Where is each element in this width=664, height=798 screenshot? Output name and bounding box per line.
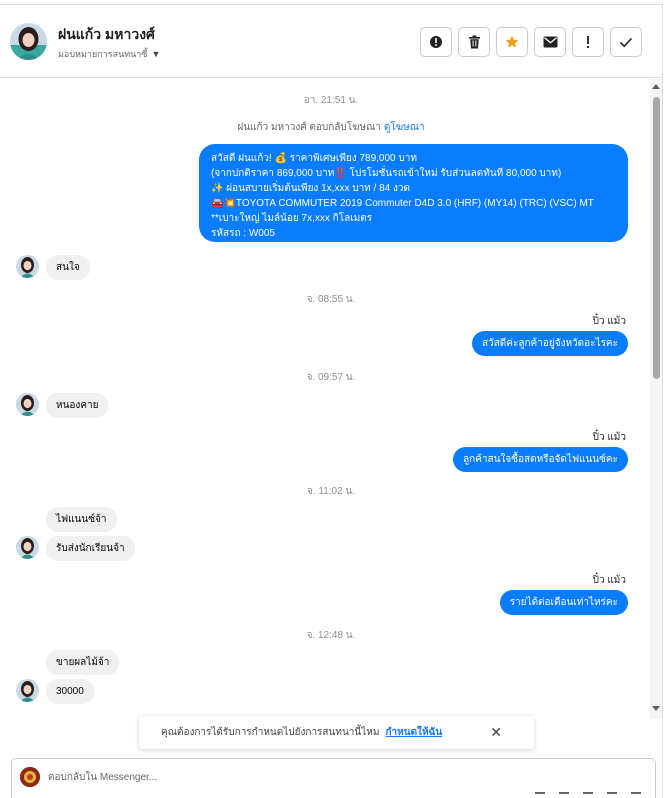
delete-button[interactable] — [458, 27, 490, 57]
contact-name: ฝนแก้ว มหาวงศ์ — [58, 26, 155, 42]
outgoing-message: ลูกค้าสนใจซื้อสดหรือจัดไฟแนนซ์คะ — [453, 447, 628, 472]
incoming-message: หนองคาย — [46, 393, 109, 418]
ad-line: รหัสรถ : W005 — [211, 228, 275, 239]
timestamp: จ. 09:57 น. — [306, 372, 356, 383]
ad-line: 🚘💥TOYOTA COMMUTER 2019 Commuter D4D 3.0 … — [211, 198, 594, 224]
envelope-icon — [543, 36, 557, 48]
ad-message-bubble: สวัสดี ฝนแก้ว! 💰 ราคาพิเศษเพียง 789,000 … — [199, 144, 628, 242]
assign-dropdown[interactable]: มอบหมายการสนทนาซี้ ▼ — [58, 47, 160, 61]
mark-unread-button[interactable] — [534, 27, 566, 57]
sender-name: ปิ๋ว แม้ว — [592, 432, 626, 443]
trash-icon — [468, 35, 480, 49]
chevron-down-icon: ▼ — [151, 49, 161, 59]
assign-to-me-link[interactable]: กำหนดให้ฉัน — [385, 725, 442, 740]
check-icon — [619, 37, 633, 47]
timestamp: จ. 08:55 น. — [306, 294, 356, 305]
composer-tool-icon[interactable] — [583, 792, 593, 798]
alert-circle-icon — [430, 36, 442, 48]
composer-tool-icon[interactable] — [535, 792, 545, 798]
page-avatar — [20, 767, 40, 787]
ad-reply-notice: ฝนแก้ว มหาวงศ์ ตอบกลับโฆษณา ดูโฆษณา — [0, 120, 662, 135]
conversation-header: ฝนแก้ว มหาวงศ์ มอบหมายการสนทนาซี้ ▼ — [0, 5, 662, 78]
header-actions — [420, 27, 642, 57]
ad-reply-text: ฝนแก้ว มหาวงศ์ ตอบกลับโฆษณา — [237, 122, 382, 133]
spam-button[interactable] — [572, 27, 604, 57]
message-list: อา. 21:51 น. ฝนแก้ว มหาวงศ์ ตอบกลับโฆษณา… — [0, 79, 662, 749]
exclamation-icon — [587, 36, 589, 48]
ad-line: สวัสดี ฝนแก้ว! 💰 ราคาพิเศษเพียง 789,000 … — [211, 153, 417, 164]
composer-toolbar — [535, 792, 641, 798]
contact-avatar[interactable] — [10, 23, 47, 60]
star-icon — [505, 35, 519, 48]
composer-tool-icon[interactable] — [631, 792, 641, 798]
outgoing-message: รายได้ต่อเดือนเท่าไหร่คะ — [499, 590, 628, 615]
close-icon[interactable]: ✕ — [490, 725, 502, 739]
star-button[interactable] — [496, 27, 528, 57]
scroll-down-arrow-icon[interactable] — [652, 706, 660, 711]
sender-name: ปิ๋ว แม้ว — [592, 575, 626, 586]
assignment-prompt-text: คุณต้องการได้รับการกำหนดไปยังการสนทนานี้… — [161, 727, 380, 738]
ad-line: ✨ ผ่อนสบายเริ่มต้นเพียง 1x,xxx บาท / 84 … — [211, 183, 410, 194]
contact-avatar-small — [16, 536, 39, 559]
scroll-up-arrow-icon[interactable] — [652, 84, 660, 89]
assign-label: มอบหมายการสนทนาซี้ — [58, 49, 148, 59]
view-ad-link[interactable]: ดูโฆษณา — [384, 122, 425, 133]
composer-tool-icon[interactable] — [607, 792, 617, 798]
contact-avatar-small — [16, 679, 39, 702]
timestamp: อา. 21:51 น. — [303, 95, 359, 106]
outgoing-message: สวัสดีค่ะลูกค้าอยู่จังหวัดอะไรคะ — [471, 331, 628, 356]
contact-avatar-small — [16, 393, 39, 416]
sender-name: ปิ๋ว แม้ว — [592, 316, 626, 327]
contact-avatar-small — [16, 255, 39, 278]
incoming-message: รับส่งนักเรียนจ้า — [46, 536, 135, 561]
mark-done-button[interactable] — [610, 27, 642, 57]
ad-line: (จากปกติราคา 869,000 บาท‼️ โปรโมชั่นรถเข… — [211, 168, 562, 179]
assignment-prompt: คุณต้องการได้รับการกำหนดไปยังการสนทนานี้… — [139, 716, 534, 749]
incoming-message: ไฟแนนซ์จ้า — [46, 507, 117, 532]
incoming-message: สนใจ — [46, 255, 90, 280]
reply-input[interactable] — [48, 767, 548, 787]
incoming-message: ขายผลไม้จ้า — [46, 650, 120, 675]
report-button[interactable] — [420, 27, 452, 57]
timestamp: จ. 12:48 น. — [306, 630, 356, 641]
reply-composer — [11, 758, 656, 798]
timestamp: จ. 11:02 น. — [306, 486, 356, 497]
incoming-message: 30000 — [46, 679, 94, 704]
scrollbar-thumb[interactable] — [653, 97, 660, 379]
composer-tool-icon[interactable] — [559, 792, 569, 798]
